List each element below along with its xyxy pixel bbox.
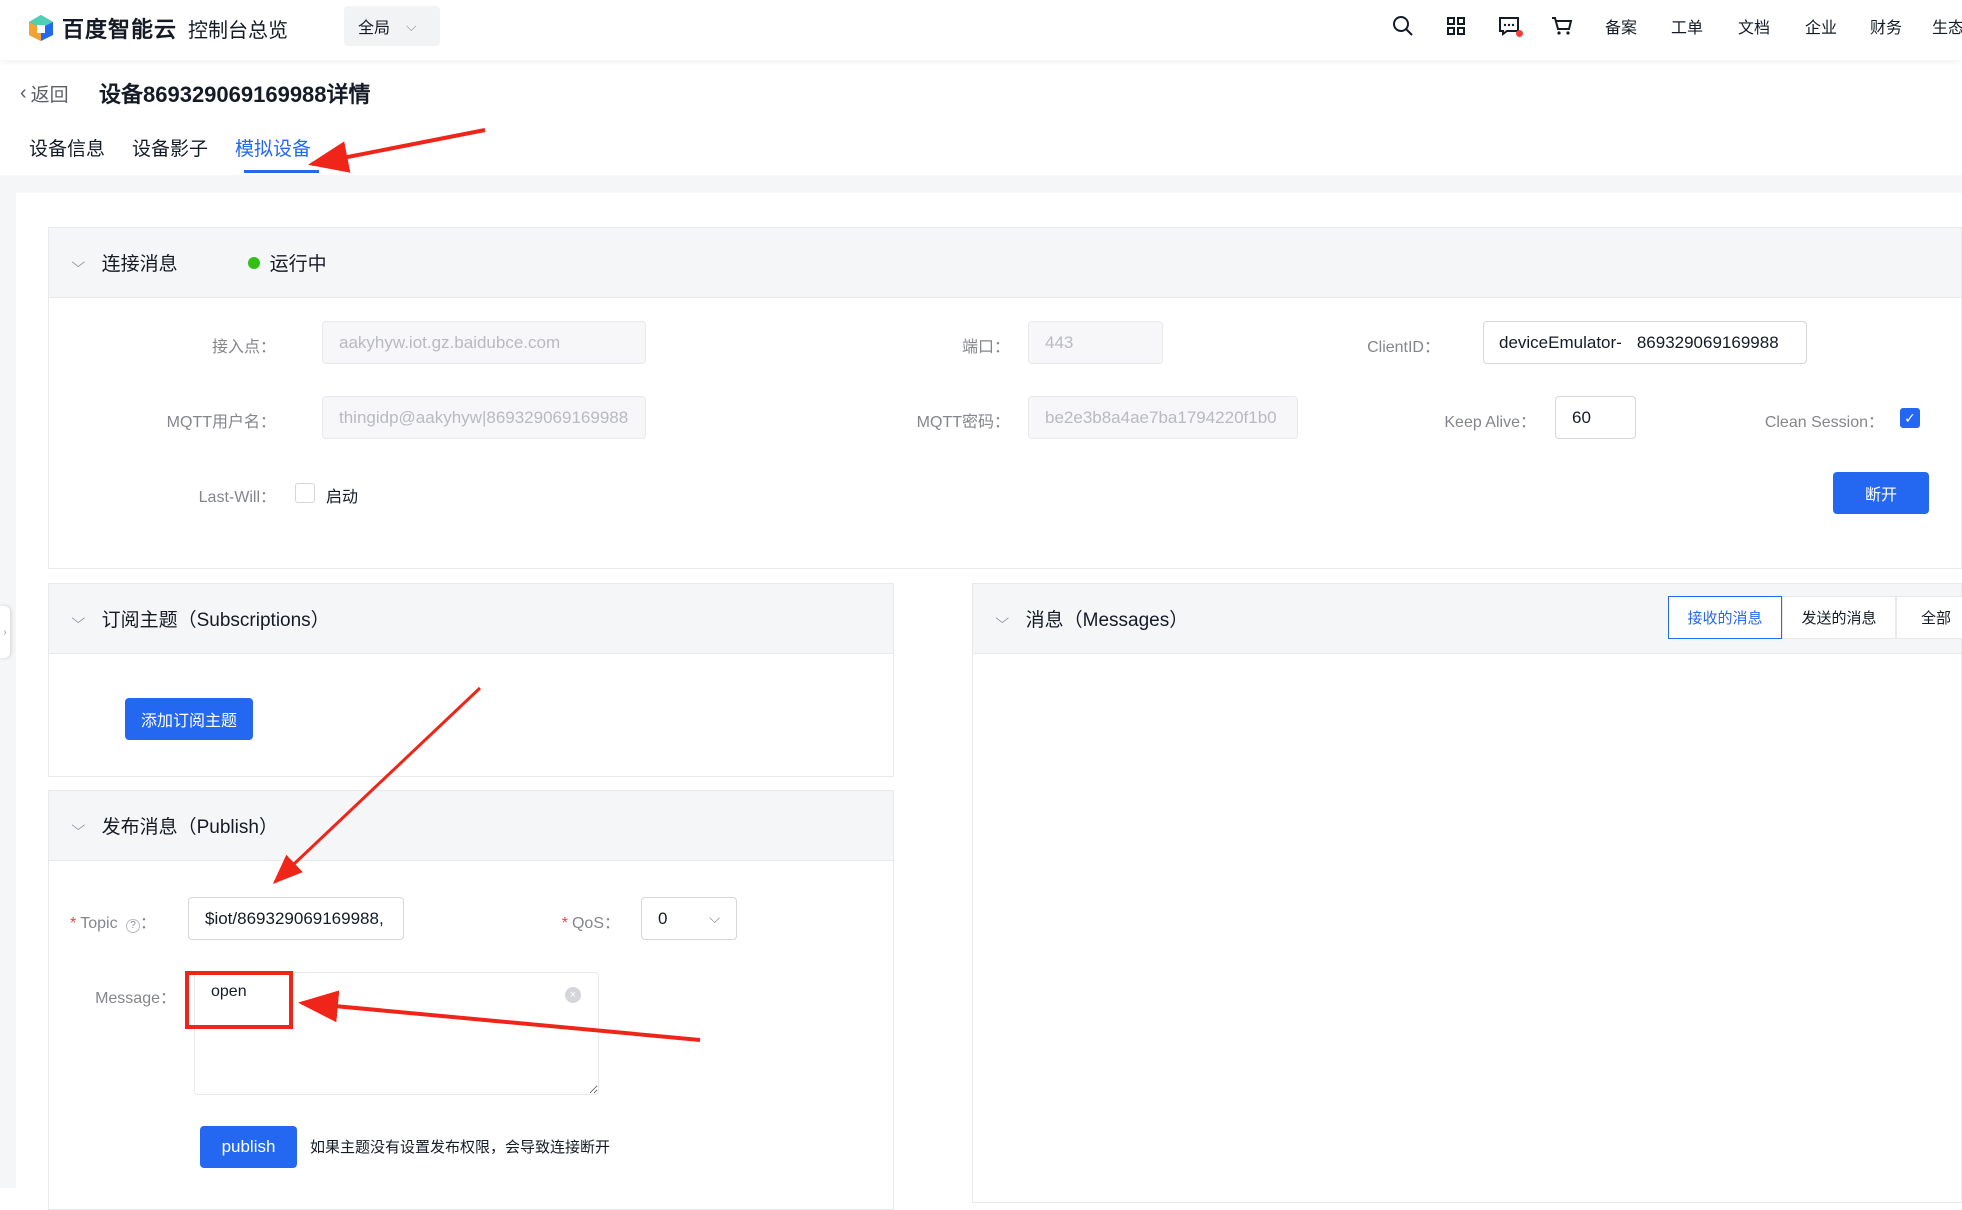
client-id-field[interactable]: deviceEmulator- 869329069169988 — [1483, 321, 1807, 364]
back-label: 返回 — [30, 85, 69, 106]
connection-title: 连接消息 — [101, 254, 178, 275]
last-will-option-label: 启动 — [326, 489, 359, 506]
region-selector[interactable]: 全局 ⌵ — [344, 6, 440, 46]
nav-beian[interactable]: 备案 — [1588, 14, 1654, 38]
required-mark: * — [70, 915, 77, 932]
port-field[interactable]: 443 — [1028, 321, 1163, 364]
chevron-left-icon: ‹ — [20, 82, 27, 104]
chevron-down-icon: ⌵ — [71, 254, 86, 270]
annotation-arrow-tab — [308, 128, 486, 173]
search-icon[interactable] — [1376, 15, 1429, 37]
top-nav: 备案 工单 文档 企业 财务 生态 — [1376, 0, 1962, 52]
detail-tabs: 设备信息 设备影子 模拟设备 — [29, 134, 320, 173]
message-icon[interactable] — [1482, 16, 1535, 37]
clear-icon[interactable]: × — [565, 987, 581, 1003]
mqtt-username-label: MQTT用户名： — [166, 414, 276, 431]
messages-title: 消息（Messages） — [1025, 610, 1189, 631]
client-id-prefix: deviceEmulator- — [1499, 332, 1622, 352]
nav-tickets[interactable]: 工单 — [1654, 14, 1720, 38]
apps-grid-icon[interactable] — [1429, 17, 1482, 35]
connection-panel-header[interactable]: ⌵ 连接消息 运行中 — [49, 228, 1961, 298]
status-text: 运行中 — [269, 254, 327, 275]
check-icon: ✓ — [1904, 409, 1916, 426]
publish-title: 发布消息（Publish） — [101, 817, 278, 838]
last-will-label: Last-Will： — [198, 489, 276, 506]
mqtt-username-field[interactable]: thingidp@aakyhyw|869329069169988 — [322, 396, 646, 439]
nav-enterprise[interactable]: 企业 — [1788, 14, 1854, 38]
help-icon[interactable]: ? — [126, 919, 141, 933]
top-navigation-bar: 百度智能云 控制台总览 全局 ⌵ 备案 工单 文档 企业 财务 生态 — [0, 0, 1962, 60]
brand-name: 百度智能云 — [62, 17, 178, 42]
chevron-down-icon: ⌵ — [709, 910, 720, 926]
add-subscription-button[interactable]: 添加订阅主题 — [125, 698, 253, 740]
disconnect-button[interactable]: 断开 — [1833, 472, 1929, 514]
filter-received[interactable]: 接收的消息 — [1668, 596, 1782, 639]
topic-label-text: Topic — [80, 915, 118, 932]
filter-all[interactable]: 全部 — [1896, 596, 1962, 639]
qos-select[interactable]: 0 ⌵ — [641, 897, 737, 940]
filter-sent[interactable]: 发送的消息 — [1782, 596, 1896, 639]
client-id-value: 869329069169988 — [1636, 332, 1779, 352]
nav-docs[interactable]: 文档 — [1720, 14, 1788, 38]
publish-panel-header[interactable]: ⌵ 发布消息（Publish） — [49, 791, 893, 861]
clean-session-checkbox[interactable]: ✓ — [1900, 408, 1920, 428]
cloud-logo-icon — [29, 15, 53, 41]
subscriptions-panel: ⌵ 订阅主题（Subscriptions） — [48, 583, 894, 777]
client-id-label: ClientID： — [1367, 339, 1440, 356]
cart-icon[interactable] — [1535, 16, 1588, 36]
sidebar-toggle[interactable]: › — [0, 606, 10, 658]
console-overview-link[interactable]: 控制台总览 — [188, 14, 288, 43]
chevron-down-icon: ⌵ — [995, 610, 1010, 626]
last-will-checkbox[interactable] — [295, 483, 315, 503]
chevron-down-icon: ⌵ — [71, 817, 86, 833]
chevron-down-icon: ⌵ — [71, 610, 86, 626]
tab-device-shadow[interactable]: 设备影子 — [132, 134, 208, 173]
publish-button[interactable]: publish — [200, 1126, 297, 1168]
qos-label-text: QoS： — [571, 915, 620, 932]
back-link[interactable]: ‹ 返回 — [20, 80, 69, 107]
tab-simulated-device[interactable]: 模拟设备 — [235, 134, 320, 173]
clean-session-label: Clean Session： — [1764, 414, 1884, 431]
topic-field[interactable]: $iot/869329069169988, — [188, 897, 404, 940]
qos-label: * QoS： — [540, 909, 620, 933]
endpoint-label: 接入点： — [211, 339, 276, 356]
message-filter: 接收的消息 发送的消息 全部 — [1668, 596, 1962, 639]
page-title: 设备869329069169988详情 — [99, 82, 371, 107]
qos-value: 0 — [658, 908, 668, 928]
chevron-right-icon: › — [3, 626, 7, 638]
mqtt-password-label: MQTT密码： — [916, 414, 1010, 431]
region-value: 全局 — [358, 20, 391, 37]
subscriptions-title: 订阅主题（Subscriptions） — [101, 610, 330, 631]
endpoint-field[interactable]: aakyhyw.iot.gz.baidubce.com — [322, 321, 646, 364]
connection-status: 运行中 — [247, 249, 327, 276]
publish-hint: 如果主题没有设置发布权限，会导致连接断开 — [310, 1139, 611, 1156]
brand-logo[interactable]: 百度智能云 — [28, 12, 177, 44]
nav-ecosystem[interactable]: 生态 — [1918, 14, 1962, 38]
notification-dot — [1516, 30, 1523, 37]
message-label: Message： — [95, 990, 176, 1007]
messages-panel: ⌵ 消息（Messages） — [972, 583, 1962, 1203]
chevron-down-icon: ⌵ — [406, 17, 417, 34]
topic-label: * Topic ?： — [70, 915, 157, 933]
mqtt-password-field[interactable]: be2e3b8a4ae7ba1794220f1b0 — [1028, 396, 1298, 439]
keepalive-label: Keep Alive： — [1444, 414, 1536, 431]
status-dot — [247, 256, 260, 269]
message-input[interactable]: open — [194, 972, 599, 1095]
nav-finance[interactable]: 财务 — [1854, 14, 1918, 38]
required-mark: * — [561, 915, 568, 932]
subscriptions-panel-header[interactable]: ⌵ 订阅主题（Subscriptions） — [49, 584, 893, 654]
keepalive-field[interactable]: 60 — [1555, 396, 1636, 439]
tab-device-info[interactable]: 设备信息 — [29, 134, 105, 173]
port-label: 端口： — [961, 339, 1010, 356]
